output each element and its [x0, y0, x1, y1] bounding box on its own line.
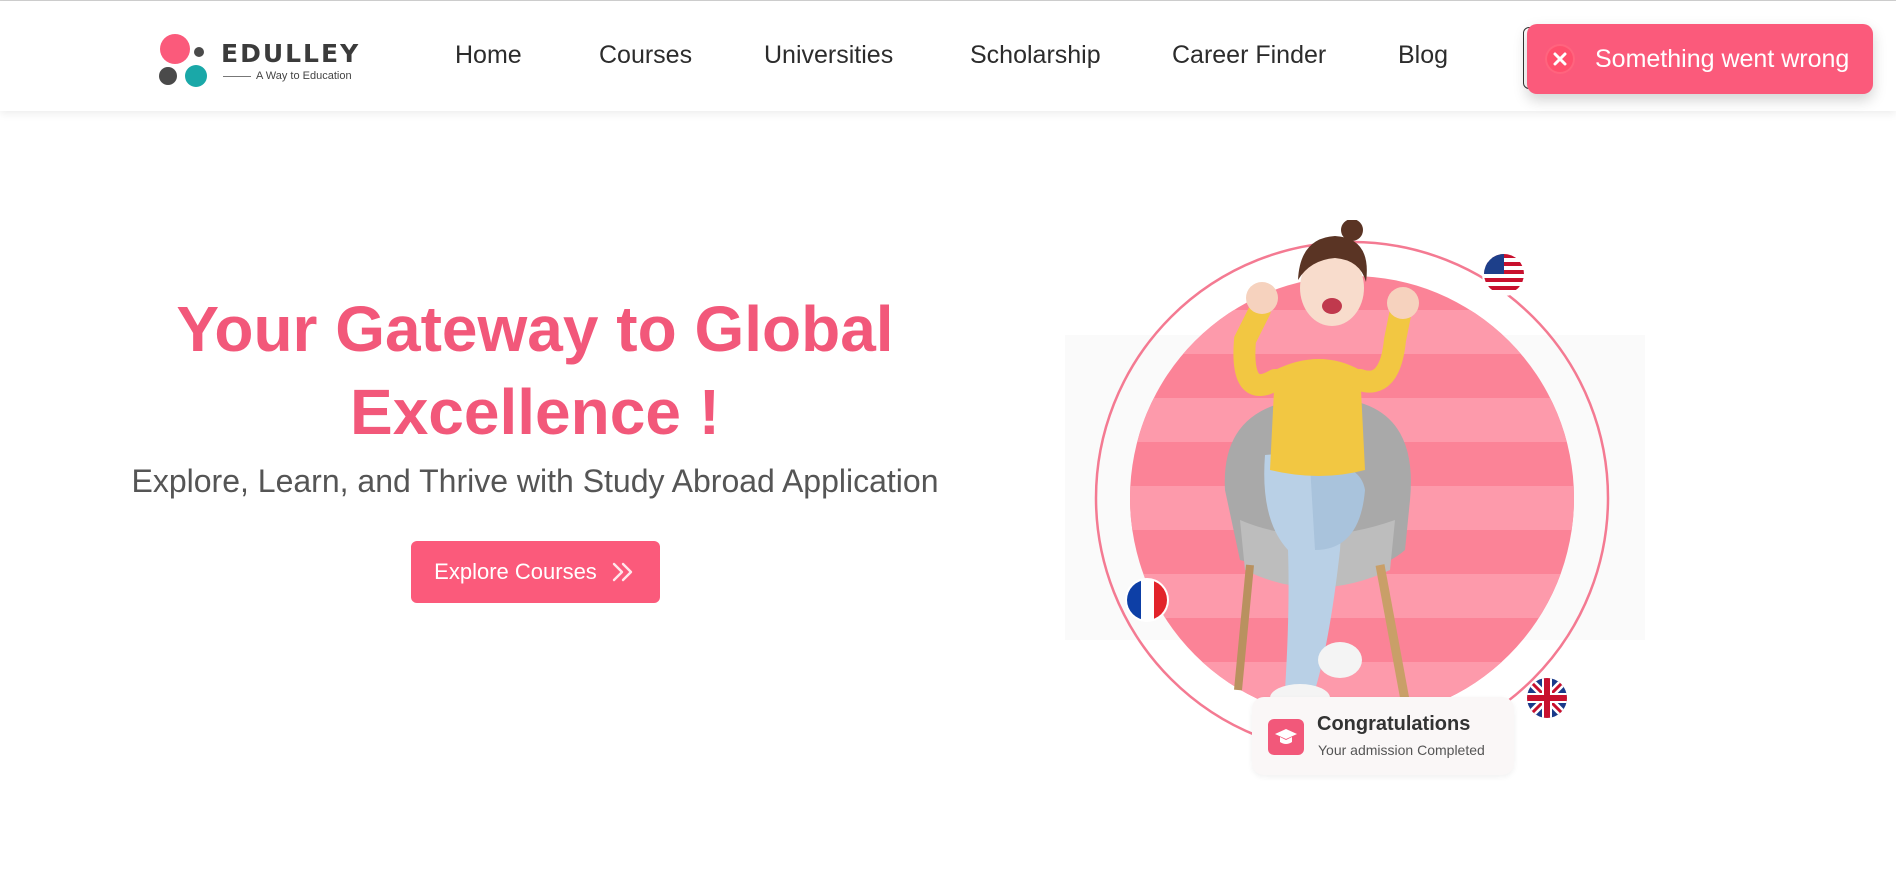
tagline-text: A Way to Education — [256, 70, 352, 82]
usa-flag-icon — [1482, 252, 1526, 296]
hero-title-line-2: Excellence ! — [350, 376, 720, 448]
toast-message: Something went wrong — [1595, 44, 1850, 73]
hero-title-line-1: Your Gateway to Global — [176, 293, 894, 365]
cap-glyph-icon — [1275, 729, 1297, 744]
logo-name: EDULLEY — [221, 39, 361, 68]
logo-dots-icon — [159, 34, 207, 87]
tagline-rule — [223, 75, 251, 77]
logo-tagline: A Way to Education — [223, 70, 373, 82]
explore-courses-button[interactable]: Explore Courses — [411, 541, 660, 603]
close-icon[interactable] — [1545, 44, 1575, 74]
congratulations-card: Congratulations Your admission Completed — [1252, 697, 1514, 775]
uk-flag-icon — [1525, 676, 1569, 720]
graduation-cap-icon — [1268, 719, 1304, 755]
congrats-title: Congratulations — [1317, 713, 1471, 735]
nav-blog[interactable]: Blog — [1398, 41, 1448, 70]
nav-courses[interactable]: Courses — [599, 41, 692, 70]
x-mark-icon — [1553, 52, 1567, 66]
edulley-logo[interactable]: EDULLEY A Way to Education — [155, 32, 365, 88]
nav-scholarship[interactable]: Scholarship — [970, 41, 1101, 70]
france-flag-icon — [1125, 578, 1169, 622]
double-chevron-right-icon — [612, 562, 633, 582]
hero-title: Your Gateway to Global Excellence ! — [120, 288, 950, 454]
hero-subtitle: Explore, Learn, and Thrive with Study Ab… — [131, 463, 939, 499]
error-toast[interactable]: Something went wrong — [1527, 24, 1873, 94]
congrats-subtitle: Your admission Completed — [1318, 742, 1485, 758]
explore-courses-label: Explore Courses — [434, 559, 597, 584]
nav-career-finder[interactable]: Career Finder — [1172, 41, 1326, 70]
nav-home[interactable]: Home — [455, 41, 522, 70]
nav-universities[interactable]: Universities — [764, 41, 893, 70]
